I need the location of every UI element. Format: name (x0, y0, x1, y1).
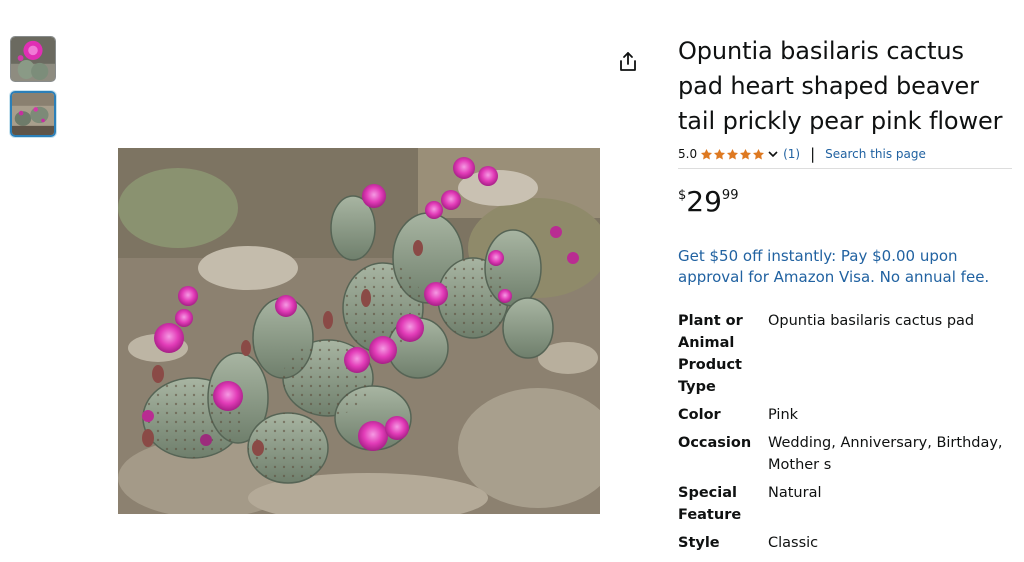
thumbnail-strip (10, 36, 56, 146)
spec-label: Color (678, 407, 721, 423)
star-icon (714, 148, 726, 159)
product-specs-table: Plant or Animal Product Type Opuntia bas… (678, 310, 1008, 554)
main-product-image[interactable] (118, 148, 600, 514)
star-icon (753, 148, 765, 159)
rating-stars[interactable] (700, 148, 765, 161)
spec-label: Occasion (678, 435, 752, 451)
spec-value: Opuntia basilaris cactus pad (768, 313, 975, 329)
thumbnail-1[interactable] (10, 36, 56, 82)
spec-row: Color Pink (678, 404, 1008, 426)
spec-value: Pink (768, 407, 799, 423)
thumbnail-2[interactable] (10, 91, 56, 137)
rating-row: 5.0 (1) | Search this page (678, 146, 1012, 169)
spec-label: Special Feature (678, 485, 742, 523)
spec-row: Style Classic (678, 532, 1008, 554)
visa-promo-link[interactable]: Get $50 off instantly: Pay $0.00 upon ap… (678, 246, 1008, 288)
spec-label: Style (678, 535, 720, 551)
price-whole: 29 (686, 185, 722, 218)
spec-value: Natural (768, 485, 822, 501)
star-icon (701, 148, 713, 159)
spec-row: Plant or Animal Product Type Opuntia bas… (678, 310, 1008, 398)
share-icon[interactable] (616, 50, 640, 74)
spec-value: Classic (768, 535, 819, 551)
thumbnail-cactus-flower-image (11, 37, 55, 81)
spec-row: Occasion Wedding, Anniversary, Birthday,… (678, 432, 1008, 476)
chevron-down-icon[interactable] (767, 148, 779, 160)
price: $ 29 99 (678, 187, 1012, 217)
product-title: Opuntia basilaris cactus pad heart shape… (678, 37, 1003, 135)
spec-row: Special Feature Natural (678, 482, 1008, 526)
cactus-photo (118, 148, 600, 514)
star-icon (727, 148, 739, 159)
review-count-link[interactable]: (1) (783, 146, 800, 162)
separator: | (810, 145, 816, 163)
search-this-page-link[interactable]: Search this page (825, 146, 926, 162)
price-fraction: 99 (721, 188, 739, 203)
spec-value: Wedding, Anniversary, Birthday, Mother s (768, 435, 1003, 473)
spec-label: Plant or Animal Product Type (678, 313, 743, 395)
product-info-panel: Opuntia basilaris cactus pad heart shape… (678, 34, 1012, 560)
star-icon (740, 148, 752, 159)
price-currency: $ (678, 188, 687, 203)
rating-value: 5.0 (678, 147, 698, 161)
thumbnail-cactus-field-image (12, 93, 54, 135)
